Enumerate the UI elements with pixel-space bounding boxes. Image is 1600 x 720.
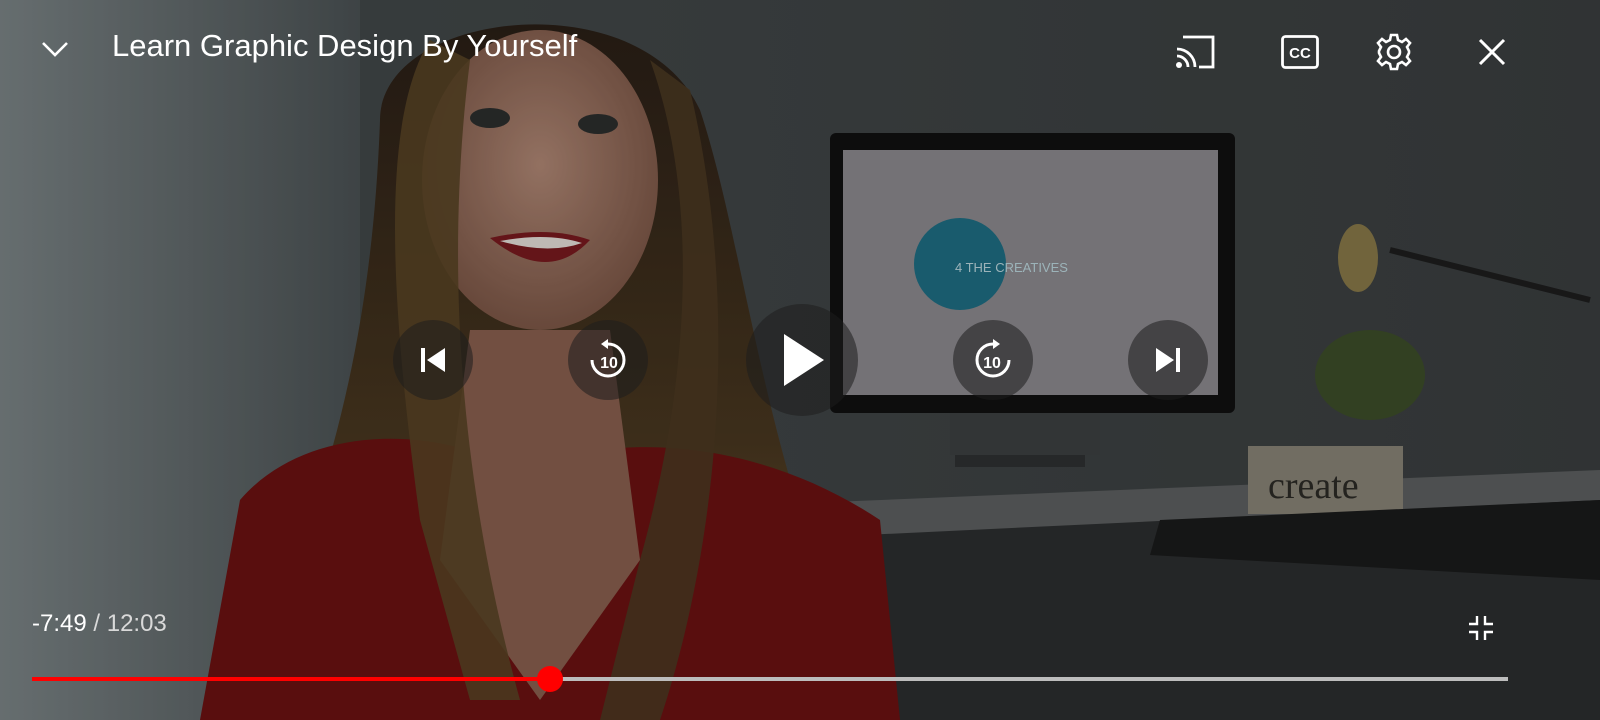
next-button[interactable] bbox=[1128, 320, 1208, 400]
minimize-button[interactable] bbox=[34, 28, 76, 70]
video-title: Learn Graphic Design By Yourself bbox=[112, 28, 578, 63]
progress-played bbox=[32, 677, 551, 681]
total-time: 12:03 bbox=[106, 610, 167, 637]
exit-fullscreen-button[interactable] bbox=[1464, 611, 1498, 645]
forward-10-icon: 10 bbox=[975, 339, 1011, 378]
video-player[interactable]: 4 THE CREATIVES create Learn Graphic Des… bbox=[0, 0, 1600, 720]
progress-bar[interactable] bbox=[32, 666, 1508, 692]
time-separator: / bbox=[93, 610, 101, 637]
playback-controls: 10 10 bbox=[0, 300, 1600, 420]
closed-captions-icon: CC bbox=[1281, 35, 1319, 69]
captions-button[interactable]: CC bbox=[1277, 32, 1323, 72]
play-icon bbox=[784, 334, 824, 386]
cc-label: CC bbox=[1289, 45, 1311, 62]
skip-next-icon bbox=[1156, 348, 1180, 372]
progress-scrubber[interactable] bbox=[537, 666, 564, 692]
forward-seconds: 10 bbox=[983, 355, 1001, 372]
settings-button[interactable] bbox=[1372, 30, 1416, 74]
close-icon bbox=[1478, 38, 1506, 66]
exit-fullscreen-icon bbox=[1469, 616, 1493, 640]
previous-button[interactable] bbox=[393, 320, 473, 400]
gear-icon bbox=[1376, 33, 1412, 71]
close-button[interactable] bbox=[1472, 32, 1512, 72]
remaining-time: -7:49 bbox=[32, 610, 87, 637]
cast-button[interactable] bbox=[1172, 32, 1220, 72]
rewind-seconds: 10 bbox=[600, 355, 618, 372]
cast-icon bbox=[1176, 35, 1215, 69]
rewind-10-icon: 10 bbox=[590, 339, 626, 378]
forward-button[interactable]: 10 bbox=[953, 320, 1033, 400]
time-display: -7:49 / 12:03 bbox=[32, 610, 167, 638]
skip-previous-icon bbox=[421, 348, 445, 372]
rewind-button[interactable]: 10 bbox=[568, 320, 648, 400]
top-bar: Learn Graphic Design By Yourself CC bbox=[0, 0, 1600, 100]
chevron-down-icon bbox=[42, 42, 68, 57]
play-button[interactable] bbox=[746, 304, 858, 416]
